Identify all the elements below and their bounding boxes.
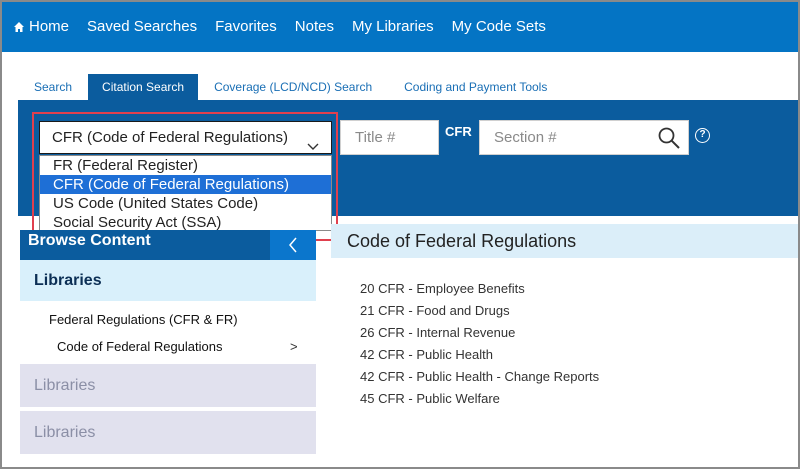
nav-home-label: Home (29, 18, 70, 35)
option-us-code[interactable]: US Code (United States Code) (40, 194, 331, 213)
list-item[interactable]: 42 CFR - Public Health - Change Reports (360, 366, 599, 388)
chevron-right-icon[interactable]: > (290, 339, 298, 354)
list-item[interactable]: 21 CFR - Food and Drugs (360, 300, 599, 322)
tab-coding-payment-tools[interactable]: Coding and Payment Tools (388, 74, 563, 100)
citation-type-select[interactable]: CFR (Code of Federal Regulations) (39, 121, 332, 154)
tab-search[interactable]: Search (2, 74, 88, 100)
nav-favorites[interactable]: Favorites (206, 2, 286, 52)
libraries-header[interactable]: Libraries (20, 260, 316, 301)
search-icon[interactable] (657, 126, 681, 150)
list-item[interactable]: 26 CFR - Internal Revenue (360, 322, 599, 344)
browse-content-header: Browse Content (20, 230, 270, 260)
collapse-panel-button[interactable] (270, 230, 316, 260)
chevron-left-icon (289, 237, 297, 253)
page-title: Code of Federal Regulations (331, 224, 798, 258)
option-fr[interactable]: FR (Federal Register) (40, 156, 331, 175)
help-icon[interactable]: ? (695, 128, 710, 143)
nav-my-code-sets[interactable]: My Code Sets (443, 2, 555, 52)
chevron-down-icon (307, 132, 319, 150)
list-item[interactable]: 20 CFR - Employee Benefits (360, 278, 599, 300)
title-number-input[interactable]: Title # (340, 120, 439, 155)
option-cfr[interactable]: CFR (Code of Federal Regulations) (40, 175, 331, 194)
tree-item-code-of-federal-regulations[interactable]: Code of Federal Regulations (57, 339, 223, 354)
home-icon (14, 22, 24, 32)
cfr-title-list: 20 CFR - Employee Benefits 21 CFR - Food… (360, 278, 599, 410)
nav-my-libraries[interactable]: My Libraries (343, 2, 443, 52)
libraries-collapsed-1[interactable]: Libraries (20, 364, 316, 407)
top-nav: Home Saved Searches Favorites Notes My L… (2, 2, 798, 52)
list-item[interactable]: 42 CFR - Public Health (360, 344, 599, 366)
app-frame: Home Saved Searches Favorites Notes My L… (0, 0, 800, 469)
tab-coverage-search[interactable]: Coverage (LCD/NCD) Search (198, 74, 388, 100)
libraries-collapsed-2[interactable]: Libraries (20, 411, 316, 454)
nav-saved-searches[interactable]: Saved Searches (78, 2, 206, 52)
nav-home[interactable]: Home (2, 2, 78, 52)
citation-type-dropdown: FR (Federal Register) CFR (Code of Feder… (39, 155, 332, 231)
nav-notes[interactable]: Notes (286, 2, 343, 52)
tab-citation-search[interactable]: Citation Search (88, 74, 199, 100)
tree-item-federal-regulations[interactable]: Federal Regulations (CFR & FR) (49, 312, 238, 327)
search-tabs: Search Citation Search Coverage (LCD/NCD… (2, 74, 798, 100)
list-item[interactable]: 45 CFR - Public Welfare (360, 388, 599, 410)
citation-type-value: CFR (Code of Federal Regulations) (52, 129, 288, 146)
cfr-label: CFR (445, 124, 472, 139)
